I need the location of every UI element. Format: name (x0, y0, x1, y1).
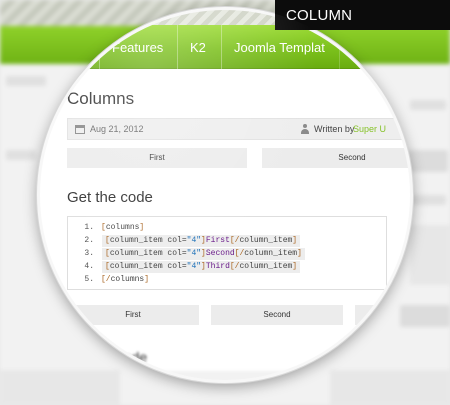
code-block: 1. [columns] 2. [column_item col="4"]First[… (67, 216, 387, 290)
code-line: 1. [columns] (68, 222, 388, 234)
nav-item-features[interactable]: Features (99, 25, 177, 69)
code-text: [/columns] (101, 275, 150, 284)
code-line: 2. [column_item col="4"]First[/column_ite… (68, 235, 388, 247)
code-text: [column_item col="4"]First[/column_item] (102, 235, 301, 247)
user-icon (300, 124, 310, 135)
code-line: 3. [column_item col="4"]Second[/column_it… (68, 248, 388, 260)
code-text: [column_item col="4"]Third[/column_item] (102, 261, 301, 273)
nav-item-joomla-templates[interactable]: Joomla Templat (221, 25, 339, 69)
article-date: Aug 21, 2012 (90, 124, 144, 134)
line-number: 1. (84, 223, 94, 232)
column-second: Second (262, 148, 410, 168)
line-number: 5. (84, 275, 94, 284)
column-third-bottom (355, 305, 410, 325)
line-number: 3. (84, 249, 94, 258)
code-text: [column_item col="4"]Second[/column_item… (102, 248, 305, 260)
bg-text-line (6, 150, 36, 160)
bg-text-line (410, 100, 446, 110)
code-line: 5. [/columns] (68, 274, 388, 286)
column-label: COLUMN (275, 0, 450, 30)
section-title-get-code: Get the code (67, 189, 153, 206)
calendar-icon (75, 125, 85, 134)
code-line: 4. [column_item col="4"]Third[/column_ite… (68, 261, 388, 273)
bg-code-block (410, 225, 450, 285)
nav-item-k2[interactable]: K2 (177, 25, 221, 69)
magnifier-lens: Features K2 Joomla Templat Magento Them … (37, 7, 413, 383)
line-number: 4. (84, 262, 94, 271)
article-meta-bar: Aug 21, 2012 Written by Super U (67, 118, 407, 140)
written-by-label: Written by (314, 124, 355, 134)
nav-item-magento-themes[interactable]: Magento Them (339, 25, 410, 69)
column-second-bottom: Second (211, 305, 343, 325)
section-title-get-code-2: Get the code (67, 349, 148, 365)
column-first-bottom: First (67, 305, 199, 325)
page-title: Columns (67, 89, 135, 108)
bg-button (408, 150, 448, 172)
main-nav: Features K2 Joomla Templat Magento Them (40, 25, 410, 69)
line-number: 2. (84, 236, 94, 245)
bg-text-line (410, 195, 446, 205)
author-link[interactable]: Super U (353, 119, 386, 140)
column-first: First (67, 148, 247, 168)
code-text: [columns] (101, 223, 145, 232)
